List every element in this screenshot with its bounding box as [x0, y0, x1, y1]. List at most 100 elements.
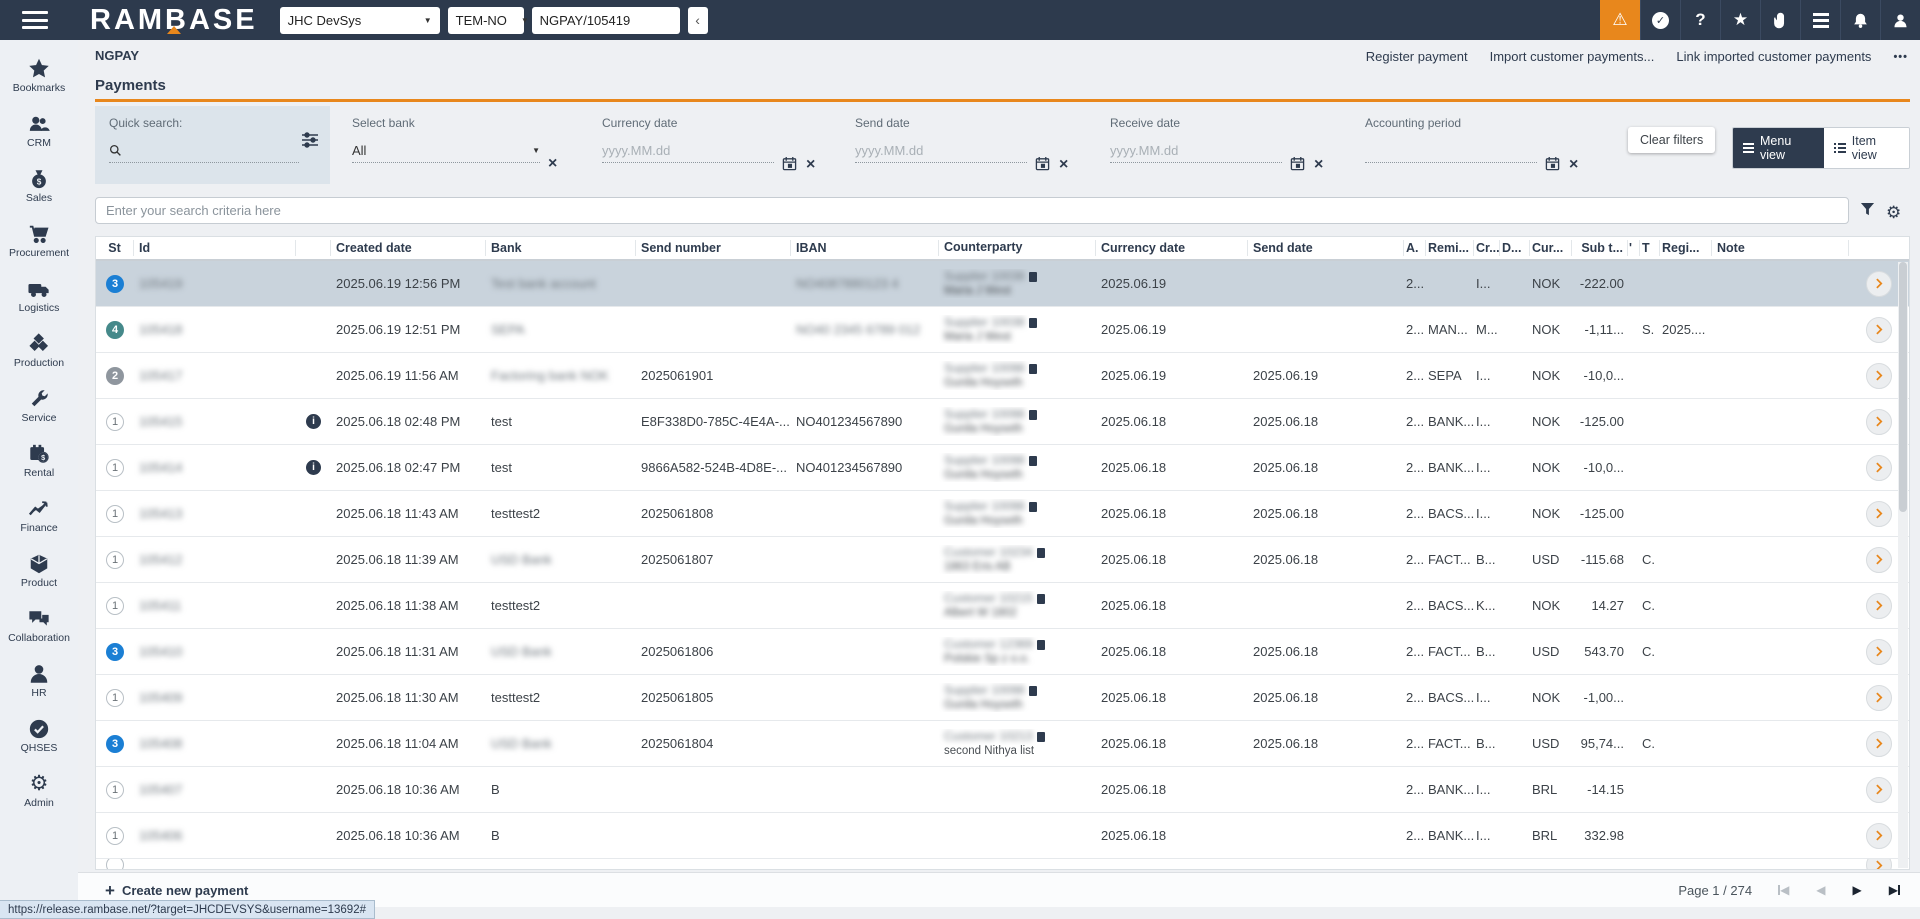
attachments-icon[interactable]: [1760, 0, 1800, 40]
register-payment-link[interactable]: Register payment: [1366, 49, 1468, 64]
clear-receive-date-icon[interactable]: ×: [1314, 157, 1323, 173]
table-row[interactable]: 1 105413 i 2025.06.18 11:43 AM testtest2…: [96, 491, 1909, 537]
search-input[interactable]: [95, 197, 1849, 224]
info-icon[interactable]: i: [306, 460, 321, 475]
calendar-icon[interactable]: [782, 156, 797, 174]
col-bank[interactable]: Bank: [486, 240, 636, 256]
notifications-icon[interactable]: [1840, 0, 1880, 40]
link-imported-customer-payments-link[interactable]: Link imported customer payments: [1676, 49, 1871, 64]
user-icon[interactable]: [1880, 0, 1920, 40]
open-row-button[interactable]: [1866, 363, 1892, 389]
sidebar-item-procurement[interactable]: Procurement: [0, 213, 78, 268]
create-new-payment-button[interactable]: + Create new payment: [105, 882, 248, 899]
calendar-icon[interactable]: [1290, 156, 1305, 174]
sidebar-item-logistics[interactable]: Logistics: [0, 268, 78, 323]
open-row-button[interactable]: [1866, 317, 1892, 343]
table-row[interactable]: 3 105408 i 2025.06.18 11:04 AM USD Bank …: [96, 721, 1909, 767]
filter-funnel-icon[interactable]: [1860, 202, 1875, 222]
col-currency-date[interactable]: Currency date: [1096, 240, 1248, 256]
item-view-button[interactable]: Item view: [1824, 128, 1909, 168]
select-bank-dropdown[interactable]: All ▼: [352, 139, 540, 163]
open-row-button[interactable]: [1866, 455, 1892, 481]
col-a[interactable]: A.: [1404, 240, 1426, 256]
scrollbar-thumb[interactable]: [1899, 262, 1907, 512]
col-created-date[interactable]: Created date: [331, 240, 486, 256]
open-row-button[interactable]: [1866, 639, 1892, 665]
table-row[interactable]: 1 105411 i 2025.06.18 11:38 AM testtest2…: [96, 583, 1909, 629]
receive-date-input[interactable]: yyyy.MM.dd: [1110, 139, 1282, 163]
sidebar-item-hr[interactable]: HR: [0, 653, 78, 708]
clear-send-date-icon[interactable]: ×: [1059, 157, 1068, 173]
col-registered[interactable]: Regi...: [1660, 240, 1712, 256]
last-page-button[interactable]: ▶: [1889, 884, 1900, 896]
next-page-button[interactable]: ▶: [1853, 884, 1862, 896]
menu-view-button[interactable]: Menu view: [1733, 128, 1824, 168]
quick-search-input[interactable]: [109, 139, 299, 163]
open-row-button[interactable]: [1866, 547, 1892, 573]
table-row[interactable]: 1 105406 i 2025.06.18 10:36 AM B 2025.06…: [96, 813, 1909, 859]
table-row[interactable]: 3 105410 i 2025.06.18 11:31 AM USD Bank …: [96, 629, 1909, 675]
help-icon[interactable]: ?: [1680, 0, 1720, 40]
clear-bank-icon[interactable]: ×: [548, 156, 557, 172]
warning-icon[interactable]: ⚠: [1600, 0, 1640, 40]
col-sub-total[interactable]: Sub t...: [1572, 240, 1628, 256]
open-row-button[interactable]: [1866, 859, 1892, 870]
col-send-date[interactable]: Send date: [1248, 240, 1404, 256]
table-row[interactable]: 1 105407 i 2025.06.18 10:36 AM B 2025.06…: [96, 767, 1909, 813]
col-st[interactable]: St: [96, 240, 134, 256]
table-row[interactable]: 2 105417 i 2025.06.19 11:56 AM Factoring…: [96, 353, 1909, 399]
currency-date-input[interactable]: yyyy.MM.dd: [602, 139, 774, 163]
table-row[interactable]: 3 105419 i 2025.06.19 12:56 PM Test bank…: [96, 261, 1909, 307]
calendar-icon[interactable]: [1035, 156, 1050, 174]
gear-icon[interactable]: ⚙: [1886, 204, 1901, 221]
col-t[interactable]: T: [1640, 240, 1660, 256]
app-menu-icon[interactable]: [22, 11, 48, 29]
col-d[interactable]: D...: [1500, 240, 1530, 256]
open-row-button[interactable]: [1866, 823, 1892, 849]
col-q[interactable]: ': [1628, 240, 1640, 256]
clear-currency-date-icon[interactable]: ×: [806, 157, 815, 173]
table-row[interactable]: 1 105412 i 2025.06.18 11:39 AM USD Bank …: [96, 537, 1909, 583]
vertical-scrollbar[interactable]: [1898, 262, 1908, 868]
info-icon[interactable]: i: [306, 414, 321, 429]
clear-accounting-period-icon[interactable]: ×: [1569, 157, 1578, 173]
sidebar-item-crm[interactable]: CRM: [0, 103, 78, 158]
table-row[interactable]: 1 105414 i 2025.06.18 02:47 PM test 9866…: [96, 445, 1909, 491]
clear-filters-button[interactable]: Clear filters: [1628, 127, 1715, 153]
table-row[interactable]: 1 105409 i 2025.06.18 11:30 AM testtest2…: [96, 675, 1909, 721]
table-row[interactable]: i: [96, 859, 1909, 870]
table-row[interactable]: 1 105415 i 2025.06.18 02:48 PM test E8F3…: [96, 399, 1909, 445]
tasks-icon[interactable]: [1800, 0, 1840, 40]
import-customer-payments-link[interactable]: Import customer payments...: [1490, 49, 1655, 64]
sidebar-item-finance[interactable]: Finance: [0, 488, 78, 543]
col-counterparty[interactable]: Counterparty: [939, 240, 1096, 256]
more-actions-button[interactable]: •••: [1893, 51, 1908, 63]
col-currency[interactable]: Cur...: [1530, 240, 1572, 256]
support-icon[interactable]: ✓: [1640, 0, 1680, 40]
col-remittance[interactable]: Remi...: [1426, 240, 1474, 256]
system-select[interactable]: JHC DevSys▼: [280, 7, 440, 34]
open-row-button[interactable]: [1866, 685, 1892, 711]
col-iban[interactable]: IBAN: [791, 240, 939, 256]
sidebar-item-bookmarks[interactable]: Bookmarks: [0, 48, 78, 103]
open-row-button[interactable]: [1866, 271, 1892, 297]
sidebar-item-sales[interactable]: $ Sales: [0, 158, 78, 213]
col-note[interactable]: Note: [1712, 240, 1849, 256]
accounting-period-input[interactable]: [1365, 139, 1537, 163]
sidebar-item-collaboration[interactable]: Collaboration: [0, 598, 78, 653]
sidebar-item-product[interactable]: Product: [0, 543, 78, 598]
table-row[interactable]: 4 105418 i 2025.06.19 12:51 PM SEPA NO40…: [96, 307, 1909, 353]
first-page-button[interactable]: ◀: [1778, 884, 1789, 896]
calendar-icon[interactable]: [1545, 156, 1560, 174]
sidebar-item-production[interactable]: Production: [0, 323, 78, 378]
col-send-number[interactable]: Send number: [636, 240, 791, 256]
favorites-icon[interactable]: ★: [1720, 0, 1760, 40]
sidebar-item-service[interactable]: Service: [0, 378, 78, 433]
program-input[interactable]: NGPAY/105419: [532, 7, 680, 34]
sidebar-item-qhses[interactable]: QHSES: [0, 708, 78, 763]
send-date-input[interactable]: yyyy.MM.dd: [855, 139, 1027, 163]
search-settings-icon[interactable]: [300, 130, 320, 153]
open-row-button[interactable]: [1866, 777, 1892, 803]
col-id[interactable]: Id: [134, 240, 296, 256]
open-row-button[interactable]: [1866, 731, 1892, 757]
